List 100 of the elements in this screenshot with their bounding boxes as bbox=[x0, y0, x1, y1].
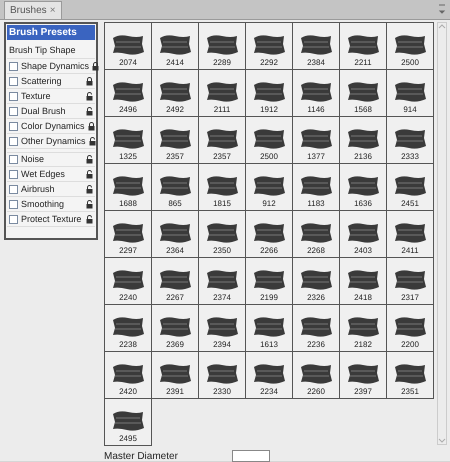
brush-preset[interactable]: 1146 bbox=[293, 70, 340, 117]
brush-preset[interactable]: 2403 bbox=[340, 211, 387, 258]
brush-size-label: 2200 bbox=[401, 340, 419, 350]
brush-preset[interactable]: 1613 bbox=[246, 305, 293, 352]
brush-preset[interactable]: 2268 bbox=[293, 211, 340, 258]
brush-preset[interactable]: 2330 bbox=[199, 352, 246, 399]
brush-preset[interactable]: 2199 bbox=[246, 258, 293, 305]
brush-size-label: 912 bbox=[262, 199, 276, 209]
brush-preset[interactable]: 2357 bbox=[152, 117, 199, 164]
brush-preset[interactable]: 1568 bbox=[340, 70, 387, 117]
brushes-tab[interactable]: Brushes × bbox=[4, 1, 62, 19]
brush-preset[interactable]: 1183 bbox=[293, 164, 340, 211]
close-button[interactable]: × bbox=[50, 3, 56, 18]
brush-preset[interactable]: 2357 bbox=[199, 117, 246, 164]
brush-size-label: 2267 bbox=[166, 293, 184, 303]
brush-size-label: 2451 bbox=[401, 199, 419, 209]
brush-preset[interactable]: 2351 bbox=[387, 352, 434, 399]
brush-preset[interactable]: 2369 bbox=[152, 305, 199, 352]
brush-preset[interactable]: 914 bbox=[387, 70, 434, 117]
option-label[interactable]: Smoothing bbox=[21, 198, 83, 210]
brush-preset[interactable]: 2234 bbox=[246, 352, 293, 399]
brush-size-label: 2238 bbox=[119, 340, 137, 350]
brush-preset[interactable]: 2292 bbox=[246, 23, 293, 70]
brush-preset[interactable]: 2074 bbox=[105, 23, 152, 70]
brush-preset[interactable]: 2289 bbox=[199, 23, 246, 70]
brush-preset[interactable]: 2418 bbox=[340, 258, 387, 305]
option-label[interactable]: Shape Dynamics bbox=[21, 60, 90, 72]
brush-preset[interactable]: 1636 bbox=[340, 164, 387, 211]
brush-size-label: 2418 bbox=[354, 293, 372, 303]
brush-preset[interactable]: 2350 bbox=[199, 211, 246, 258]
option-label[interactable]: Other Dynamics bbox=[21, 136, 86, 146]
brush-size-label: 2199 bbox=[260, 293, 278, 303]
brush-preset[interactable]: 2451 bbox=[387, 164, 434, 211]
brush-preset[interactable]: 1688 bbox=[105, 164, 152, 211]
brush-preset[interactable]: 2136 bbox=[340, 117, 387, 164]
brush-preset[interactable]: 865 bbox=[152, 164, 199, 211]
option-label[interactable]: Scattering bbox=[21, 76, 83, 86]
brush-size-label: 2240 bbox=[119, 293, 137, 303]
brush-size-label: 2236 bbox=[307, 340, 325, 350]
brush-size-label: 2492 bbox=[166, 105, 184, 115]
brush-size-label: 2420 bbox=[119, 387, 137, 397]
option-label[interactable]: Wet Edges bbox=[21, 168, 83, 180]
brush-size-label: 2136 bbox=[354, 152, 372, 162]
brush-preset[interactable]: 2260 bbox=[293, 352, 340, 399]
brush-preset[interactable]: 2317 bbox=[387, 258, 434, 305]
brush-preset[interactable]: 2200 bbox=[387, 305, 434, 352]
brush-preset[interactable]: 2492 bbox=[152, 70, 199, 117]
brush-size-label: 2500 bbox=[260, 152, 278, 162]
brush-preset[interactable]: 2414 bbox=[152, 23, 199, 70]
brush-size-label: 2364 bbox=[166, 246, 184, 256]
brush-preset[interactable]: 2397 bbox=[340, 352, 387, 399]
brush-preset[interactable]: 2240 bbox=[105, 258, 152, 305]
brush-preset[interactable]: 2384 bbox=[293, 23, 340, 70]
option-label[interactable]: Protect Texture bbox=[21, 214, 83, 224]
brush-presets-item[interactable]: Brush Presets bbox=[7, 25, 95, 40]
brush-size-label: 2111 bbox=[214, 105, 230, 115]
option-label[interactable]: Dual Brush bbox=[21, 106, 83, 116]
brush-size-label: 2394 bbox=[213, 340, 231, 350]
brush-preset[interactable]: 1325 bbox=[105, 117, 152, 164]
brush-preset[interactable]: 2211 bbox=[340, 23, 387, 70]
brush-size-label: 1183 bbox=[307, 199, 325, 209]
brush-preset[interactable]: 1377 bbox=[293, 117, 340, 164]
brush-preset[interactable]: 1912 bbox=[246, 70, 293, 117]
brush-preset[interactable]: 912 bbox=[246, 164, 293, 211]
brush-preset[interactable]: 2495 bbox=[105, 399, 152, 446]
brush-size-label: 2260 bbox=[307, 387, 325, 397]
brush-size-label: 2403 bbox=[354, 246, 372, 256]
brush-preset[interactable]: 2267 bbox=[152, 258, 199, 305]
brush-size-label: 1568 bbox=[354, 105, 372, 115]
tab-label: Brushes bbox=[10, 4, 47, 18]
brush-size-label: 2414 bbox=[166, 58, 184, 68]
option-label[interactable]: Color Dynamics bbox=[21, 120, 85, 132]
brush-preset[interactable]: 2500 bbox=[246, 117, 293, 164]
brush-preset[interactable]: 2496 bbox=[105, 70, 152, 117]
brush-preset[interactable]: 2374 bbox=[199, 258, 246, 305]
brush-preset[interactable]: 2394 bbox=[199, 305, 246, 352]
brush-size-label: 2411 bbox=[401, 246, 419, 256]
brush-size-label: 2350 bbox=[213, 246, 231, 256]
option-label[interactable]: Airbrush bbox=[21, 184, 83, 194]
option-label[interactable]: Noise bbox=[21, 154, 83, 165]
brush-size-label: 2357 bbox=[166, 152, 184, 162]
brush-preset[interactable]: 2411 bbox=[387, 211, 434, 258]
brush-tip-shape-item[interactable]: Brush Tip Shape bbox=[7, 44, 95, 59]
brush-preset[interactable]: 2333 bbox=[387, 117, 434, 164]
brush-preset[interactable]: 2266 bbox=[246, 211, 293, 258]
brush-preset[interactable]: 1815 bbox=[199, 164, 246, 211]
brush-preset[interactable]: 2297 bbox=[105, 211, 152, 258]
brush-preset[interactable]: 2326 bbox=[293, 258, 340, 305]
brush-size-label: 2500 bbox=[401, 58, 419, 68]
brush-size-label: 2289 bbox=[213, 58, 231, 68]
brush-preset[interactable]: 2238 bbox=[105, 305, 152, 352]
brush-preset[interactable]: 2364 bbox=[152, 211, 199, 258]
brush-preset[interactable]: 2420 bbox=[105, 352, 152, 399]
brush-preset[interactable]: 2111 bbox=[199, 70, 246, 117]
brush-preset[interactable]: 2182 bbox=[340, 305, 387, 352]
option-label[interactable]: Texture bbox=[21, 90, 83, 102]
brush-preset[interactable]: 2500 bbox=[387, 23, 434, 70]
brush-preset[interactable]: 2391 bbox=[152, 352, 199, 399]
brush-size-label: 2391 bbox=[166, 387, 184, 397]
brush-preset[interactable]: 2236 bbox=[293, 305, 340, 352]
